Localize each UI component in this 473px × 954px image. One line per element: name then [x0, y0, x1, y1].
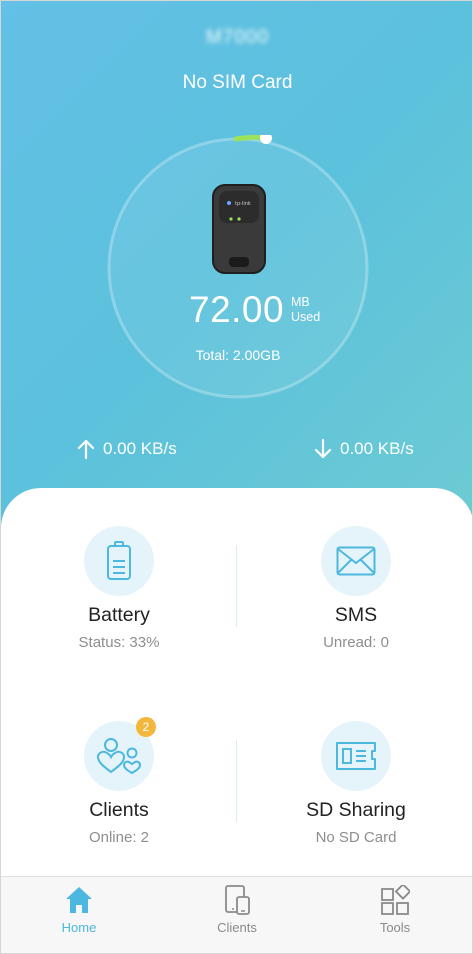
usage-value: 72.00 [189, 289, 285, 330]
bottom-tab-bar: Home Clients Tools [1, 876, 472, 953]
battery-tile[interactable]: Battery Status: 33% [19, 526, 219, 651]
feature-grid: Battery Status: 33% SMS Unread: 0 2 Clie… [1, 488, 472, 908]
sim-status: No SIM Card [182, 72, 293, 93]
app-screen: M7000 No SIM Card tp-link 72.00 MB Used … [0, 0, 473, 954]
usage-unit-bottom: Used [291, 310, 321, 324]
devices-icon [225, 885, 250, 915]
svg-text:tp-link: tp-link [235, 201, 251, 207]
upload-speed: 0.00 KB/s [77, 439, 177, 459]
home-icon [66, 887, 92, 913]
battery-title: Battery [88, 604, 150, 626]
sd-card-icon [321, 721, 391, 791]
status-panel: M7000 No SIM Card tp-link 72.00 MB Used … [1, 1, 472, 541]
tools-icon [381, 885, 410, 915]
tab-home-label: Home [61, 920, 97, 935]
clients-online: Online: 2 [88, 829, 150, 846]
sd-sharing-status: No SD Card [315, 829, 397, 846]
tab-tools[interactable]: Tools [345, 885, 445, 935]
tab-tools-label: Tools [379, 920, 411, 935]
upload-speed-value: 0.00 KB/s [103, 439, 177, 458]
usage-unit: MB Used [291, 295, 320, 325]
device-name: M7000 [205, 27, 270, 48]
divider [236, 740, 237, 822]
data-usage-gauge: tp-link 72.00 MB Used Total: 2.00GB [105, 135, 371, 401]
clients-badge: 2 [136, 717, 156, 737]
battery-icon [84, 526, 154, 596]
tab-home[interactable]: Home [29, 885, 129, 935]
clients-tile[interactable]: 2 Clients Online: 2 [19, 717, 219, 846]
tab-clients-label: Clients [217, 920, 257, 935]
sd-sharing-tile[interactable]: SD Sharing No SD Card [256, 721, 456, 846]
clients-icon: 2 [84, 717, 156, 791]
sms-title: SMS [334, 604, 378, 626]
sd-sharing-title: SD Sharing [306, 799, 406, 821]
usage-unit-top: MB [291, 295, 310, 309]
tab-clients[interactable]: Clients [187, 885, 287, 935]
arrow-down-icon [314, 439, 332, 459]
usage-total: Total: 2.00GB [195, 347, 281, 363]
battery-status: Status: 33% [78, 634, 160, 651]
router-icon: tp-link [211, 183, 267, 275]
envelope-icon [321, 526, 391, 596]
divider [236, 545, 237, 627]
download-speed-value: 0.00 KB/s [340, 439, 414, 458]
download-speed: 0.00 KB/s [314, 439, 414, 459]
arrow-up-icon [77, 439, 95, 459]
clients-title: Clients [89, 799, 149, 821]
sms-unread: Unread: 0 [323, 634, 389, 651]
sms-tile[interactable]: SMS Unread: 0 [256, 526, 456, 651]
